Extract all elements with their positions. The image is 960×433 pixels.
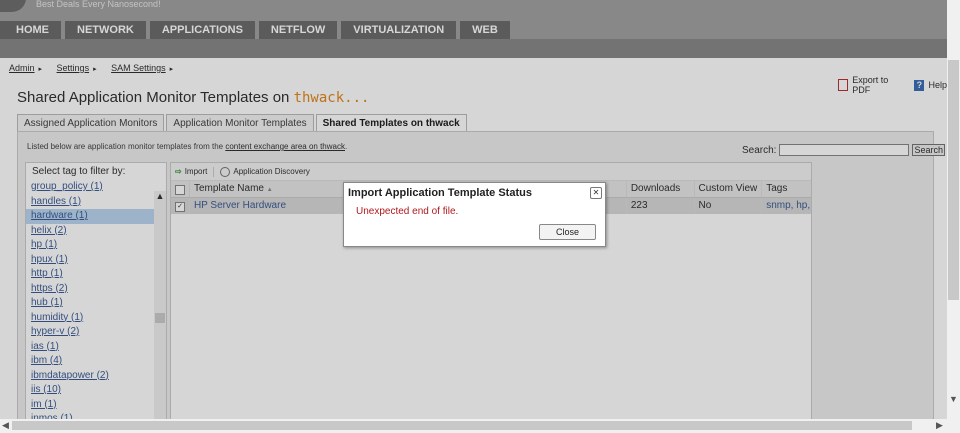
horizontal-scroll-thumb[interactable] [12,421,912,430]
page-horizontal-scrollbar[interactable]: ◀ ▶ [0,419,947,433]
scroll-left-icon[interactable]: ◀ [2,420,9,431]
close-icon[interactable]: ✕ [590,187,602,199]
vertical-scroll-thumb[interactable] [948,60,959,300]
import-status-dialog: Import Application Template Status ✕ Une… [343,182,606,247]
scroll-right-icon[interactable]: ▶ [936,420,943,431]
close-button[interactable]: Close [539,224,596,240]
dialog-title: Import Application Template Status [348,187,532,199]
page-vertical-scrollbar[interactable]: ▼ [947,0,960,433]
error-message: Unexpected end of file. [356,206,459,217]
scroll-down-icon[interactable]: ▼ [949,394,958,404]
